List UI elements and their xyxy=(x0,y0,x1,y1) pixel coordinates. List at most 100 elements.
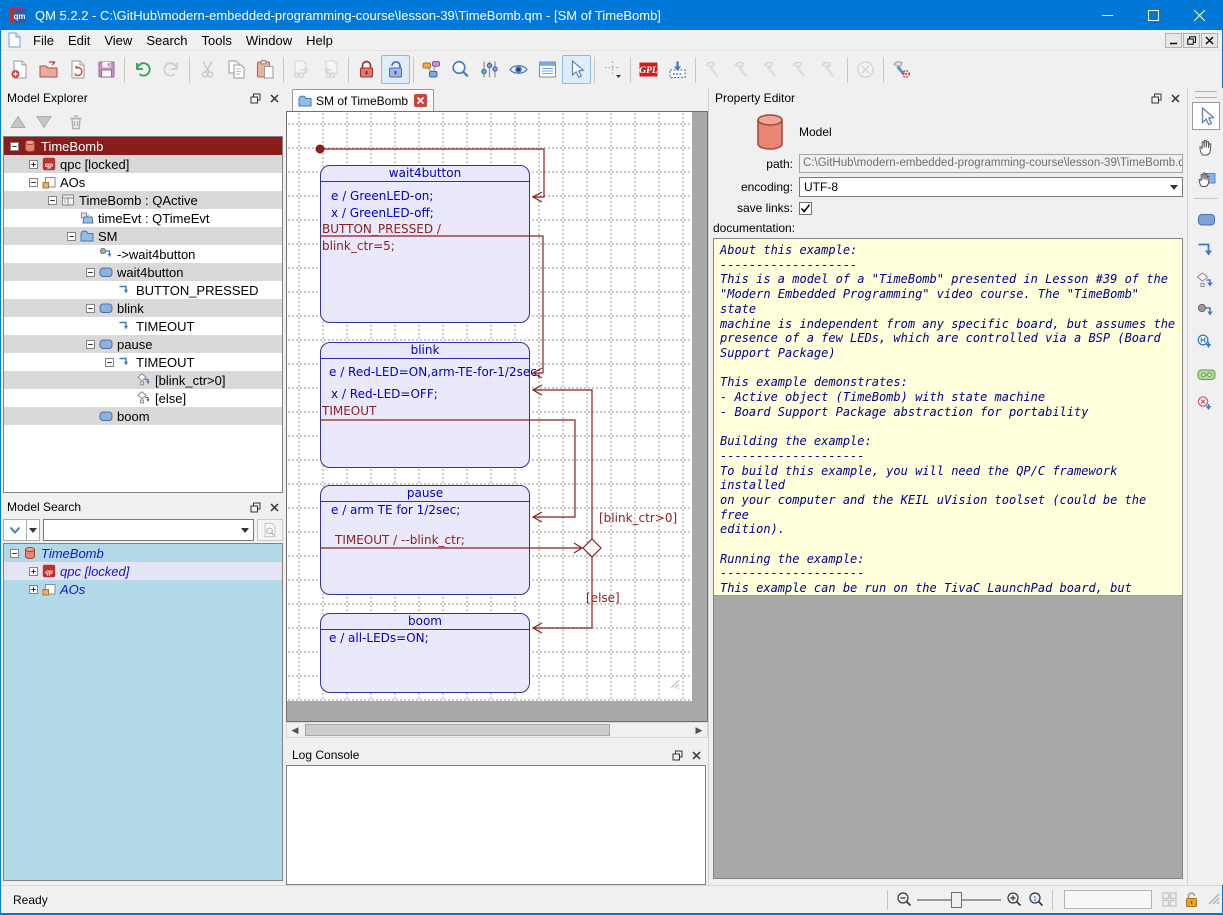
unlock-button[interactable] xyxy=(381,55,410,84)
tree-item-timebomb[interactable]: TimeBomb xyxy=(4,137,282,155)
tree-item-qpc-locked[interactable]: qpqpc [locked] xyxy=(4,562,282,580)
toolbar-grip[interactable] xyxy=(1195,91,1217,98)
menu-item-help[interactable]: Help xyxy=(299,31,340,50)
state-pause[interactable]: pausee / arm TE for 1/2sec;TIMEOUT / --b… xyxy=(320,485,530,595)
search-input[interactable] xyxy=(43,519,254,541)
zoom-slider[interactable] xyxy=(915,889,1003,911)
transition-tool-button[interactable] xyxy=(1192,236,1220,264)
reload-model-button[interactable] xyxy=(63,55,92,84)
close-panel-icon[interactable] xyxy=(1167,91,1183,105)
zoom-find-button[interactable] xyxy=(446,55,475,84)
float-panel-icon[interactable] xyxy=(1148,91,1164,105)
expander-plus-icon[interactable] xyxy=(27,585,40,594)
link-export-button[interactable] xyxy=(287,55,316,84)
maximize-button[interactable] xyxy=(1130,0,1176,30)
search-find-button[interactable] xyxy=(257,519,283,541)
copy-button[interactable] xyxy=(222,55,251,84)
combo-dropdown-button[interactable] xyxy=(237,520,253,540)
tree-item-blink[interactable]: blink xyxy=(4,299,282,317)
tree-item-wait4button[interactable]: ->wait4button xyxy=(4,245,282,263)
float-panel-icon[interactable] xyxy=(669,748,685,762)
tree-item-wait4button[interactable]: wait4button xyxy=(4,263,282,281)
hammer-gear-button[interactable] xyxy=(887,55,916,84)
menu-item-edit[interactable]: Edit xyxy=(61,31,97,50)
guard-blink-ctr[interactable] xyxy=(533,385,592,539)
hand-select-tool-button[interactable] xyxy=(1192,164,1220,192)
state-tool-button[interactable] xyxy=(1192,205,1220,233)
tree-item-timeout[interactable]: TIMEOUT xyxy=(4,317,282,335)
tree-item-timebomb-qactive[interactable]: TimeBomb : QActive xyxy=(4,191,282,209)
log-console-output[interactable] xyxy=(286,765,706,885)
guard-label[interactable]: [blink_ctr>0] xyxy=(599,511,677,525)
choice-tool-button[interactable] xyxy=(1192,267,1220,295)
guard-label[interactable]: [else] xyxy=(586,591,620,605)
grid-snap-button[interactable] xyxy=(598,55,627,84)
save-links-checkbox[interactable] xyxy=(799,202,812,215)
float-panel-icon[interactable] xyxy=(247,91,263,105)
tree-item-aos[interactable]: AOs xyxy=(4,173,282,191)
zoom-100-button[interactable]: 1 xyxy=(1025,889,1047,911)
tree-item-timeevt-qtimeevt[interactable]: timeEvt : QTimeEvt xyxy=(4,209,282,227)
diagram-canvas[interactable]: wait4buttone / GreenLED-on;x / GreenLED-… xyxy=(287,112,692,701)
expander-minus-icon[interactable] xyxy=(65,232,78,241)
tree-item-pause[interactable]: pause xyxy=(4,335,282,353)
mdi-child-icon[interactable] xyxy=(6,32,22,48)
tree-item-aos[interactable]: AOs xyxy=(4,580,282,598)
open-model-button[interactable] xyxy=(34,55,63,84)
search-direction-menu-button[interactable] xyxy=(27,519,40,541)
expander-minus-icon[interactable] xyxy=(8,142,21,151)
float-panel-icon[interactable] xyxy=(247,500,263,514)
move-down-button[interactable] xyxy=(31,110,57,134)
initial-tool-button[interactable] xyxy=(1192,298,1220,326)
grid-toggle-button[interactable] xyxy=(1158,889,1180,911)
menu-item-tools[interactable]: Tools xyxy=(195,31,239,50)
state-wait4button[interactable]: wait4buttone / GreenLED-on;x / GreenLED-… xyxy=(320,165,530,323)
tree-item-sm[interactable]: SM xyxy=(4,227,282,245)
move-up-button[interactable] xyxy=(5,110,31,134)
tree-item-timebomb[interactable]: TimeBomb xyxy=(4,544,282,562)
expander-plus-icon[interactable] xyxy=(27,160,40,169)
scroll-right-arrow[interactable]: ▶ xyxy=(691,723,707,737)
choice-point[interactable] xyxy=(583,539,601,557)
hammer-button[interactable] xyxy=(815,55,844,84)
menu-item-search[interactable]: Search xyxy=(139,31,194,50)
lock-status-button[interactable] xyxy=(1180,889,1202,911)
expander-minus-icon[interactable] xyxy=(27,178,40,187)
text-editor-button[interactable] xyxy=(533,55,562,84)
tree-item-blink-ctr-0[interactable]: [blink_ctr>0] xyxy=(4,371,282,389)
diagram-horizontal-scrollbar[interactable]: ◀ ▶ xyxy=(286,722,708,738)
guard-else[interactable] xyxy=(533,557,592,633)
history-tool-button[interactable] xyxy=(1192,329,1220,357)
close-panel-icon[interactable] xyxy=(266,500,282,514)
minimize-button[interactable] xyxy=(1084,0,1130,30)
encoding-select[interactable]: UTF-8 xyxy=(799,177,1183,197)
pointer-button[interactable] xyxy=(562,55,591,84)
close-panel-icon[interactable] xyxy=(266,91,282,105)
expander-minus-icon[interactable] xyxy=(84,304,97,313)
eye-button[interactable] xyxy=(504,55,533,84)
tree-item-button-pressed[interactable]: BUTTON_PRESSED xyxy=(4,281,282,299)
mdi-minimize-button[interactable] xyxy=(1165,33,1182,48)
delete-item-button[interactable] xyxy=(63,110,89,134)
expander-minus-icon[interactable] xyxy=(103,358,116,367)
remove-tool-button[interactable] xyxy=(1192,391,1220,419)
zoom-slider-thumb[interactable] xyxy=(951,892,962,908)
tree-item-timeout[interactable]: TIMEOUT xyxy=(4,353,282,371)
connector-tool-button[interactable] xyxy=(1192,360,1220,388)
hammer-button[interactable] xyxy=(728,55,757,84)
page-resize-grip[interactable] xyxy=(670,679,680,689)
expander-minus-icon[interactable] xyxy=(84,340,97,349)
cut-button[interactable] xyxy=(193,55,222,84)
filters-button[interactable] xyxy=(475,55,504,84)
redo-button[interactable] xyxy=(157,55,186,84)
state-blink[interactable]: blinke / Red-LED=ON,arm-TE-for-1/2sec;x … xyxy=(320,342,530,468)
zoom-out-button[interactable] xyxy=(893,889,915,911)
palette-button[interactable] xyxy=(417,55,446,84)
new-file-button[interactable] xyxy=(5,55,34,84)
tree-item-boom[interactable]: boom xyxy=(4,407,282,425)
cancel-button[interactable] xyxy=(851,55,880,84)
diagram-viewport[interactable]: wait4buttone / GreenLED-on;x / GreenLED-… xyxy=(286,111,708,722)
menu-item-view[interactable]: View xyxy=(97,31,139,50)
scrollbar-thumb[interactable] xyxy=(305,724,610,736)
hammer-button[interactable] xyxy=(699,55,728,84)
